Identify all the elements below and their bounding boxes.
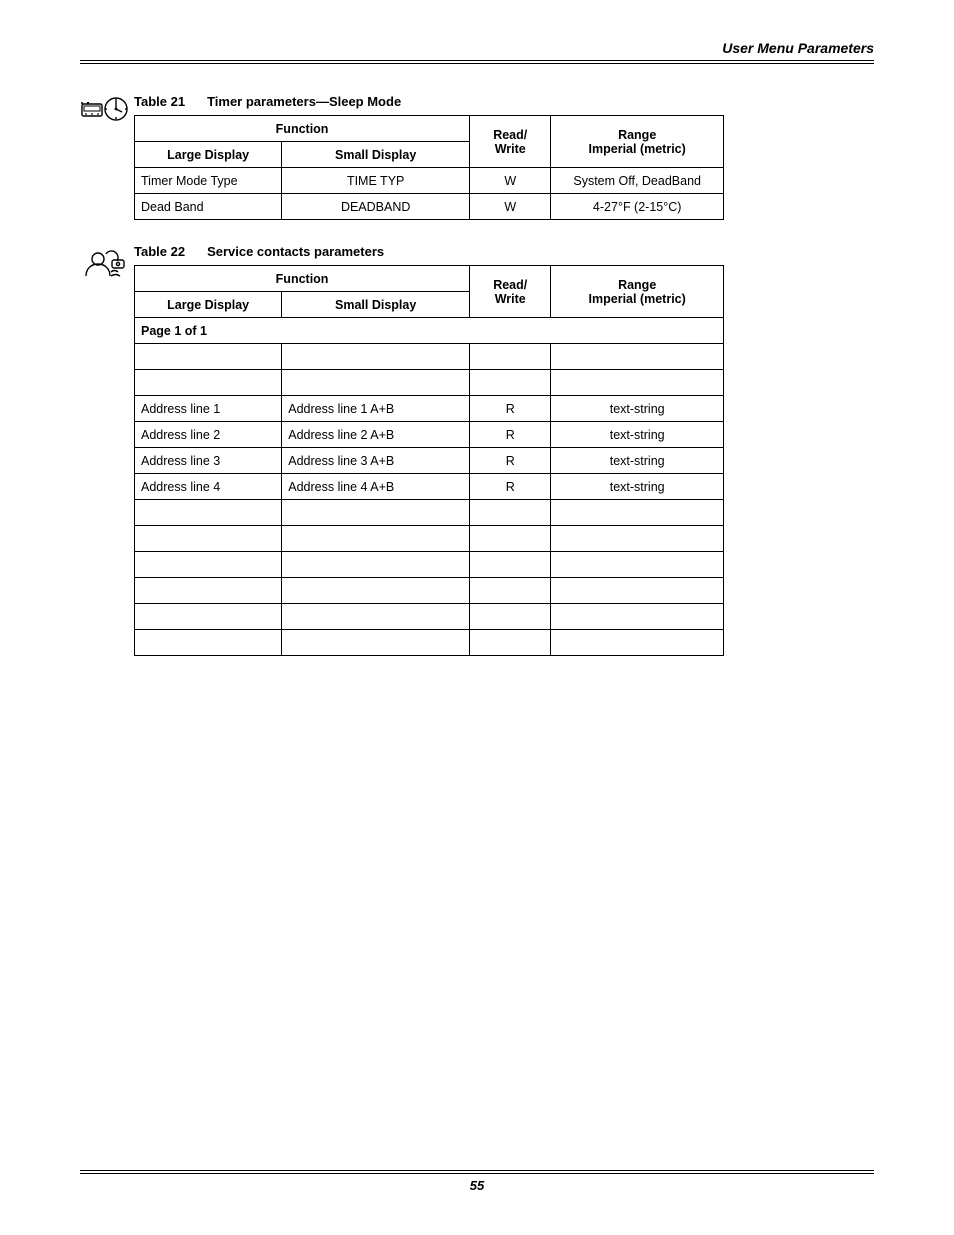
- hdr-function: Function: [135, 266, 470, 292]
- table-row: Dead Band DEADBAND W 4-27°F (2-15°C): [135, 194, 724, 220]
- page-number: 55: [80, 1178, 874, 1193]
- table-row: Timer Mode Type TIME TYP W System Off, D…: [135, 168, 724, 194]
- table-21-label: Table 21: [134, 94, 185, 109]
- table-row: Address line 4Address line 4 A+BRtext-st…: [135, 474, 724, 500]
- table-row: [135, 344, 724, 370]
- table-22-caption: Table 22 Service contacts parameters: [134, 244, 874, 259]
- page-footer: 55: [0, 1170, 954, 1193]
- table-21: Function Read/Write RangeImperial (metri…: [134, 115, 724, 220]
- footer-rule-bottom: [80, 1173, 874, 1174]
- hdr-range: RangeImperial (metric): [551, 116, 724, 168]
- table-row: [135, 500, 724, 526]
- table-21-title: Timer parameters—Sleep Mode: [207, 94, 401, 109]
- sleep-timer-icon: [80, 94, 134, 122]
- hdr-small-display: Small Display: [282, 292, 470, 318]
- table-section-row: Page 1 of 1: [135, 318, 724, 344]
- hdr-rw: Read/Write: [470, 266, 551, 318]
- table-22-label: Table 22: [134, 244, 185, 259]
- service-contacts-icon: [80, 244, 134, 282]
- hdr-rw: Read/Write: [470, 116, 551, 168]
- page-header: User Menu Parameters: [80, 40, 874, 64]
- table-21-block: Table 21 Timer parameters—Sleep Mode Func…: [80, 94, 874, 220]
- hdr-function: Function: [135, 116, 470, 142]
- hdr-large-display: Large Display: [135, 292, 282, 318]
- hdr-range: RangeImperial (metric): [551, 266, 724, 318]
- table-row: [135, 578, 724, 604]
- table-21-caption: Table 21 Timer parameters—Sleep Mode: [134, 94, 874, 109]
- table-row: Address line 2Address line 2 A+BRtext-st…: [135, 422, 724, 448]
- table-row: Address line 1Address line 1 A+BRtext-st…: [135, 396, 724, 422]
- table-row: [135, 604, 724, 630]
- table-22: Function Read/Write RangeImperial (metri…: [134, 265, 724, 656]
- table-row: [135, 630, 724, 656]
- section-title: User Menu Parameters: [80, 40, 874, 60]
- table-22-title: Service contacts parameters: [207, 244, 384, 259]
- table-row: [135, 526, 724, 552]
- header-rule-bottom: [80, 63, 874, 64]
- hdr-small-display: Small Display: [282, 142, 470, 168]
- table-row: Address line 3Address line 3 A+BRtext-st…: [135, 448, 724, 474]
- table-row: [135, 552, 724, 578]
- table-22-block: Table 22 Service contacts parameters Func…: [80, 244, 874, 656]
- hdr-large-display: Large Display: [135, 142, 282, 168]
- table-row: [135, 370, 724, 396]
